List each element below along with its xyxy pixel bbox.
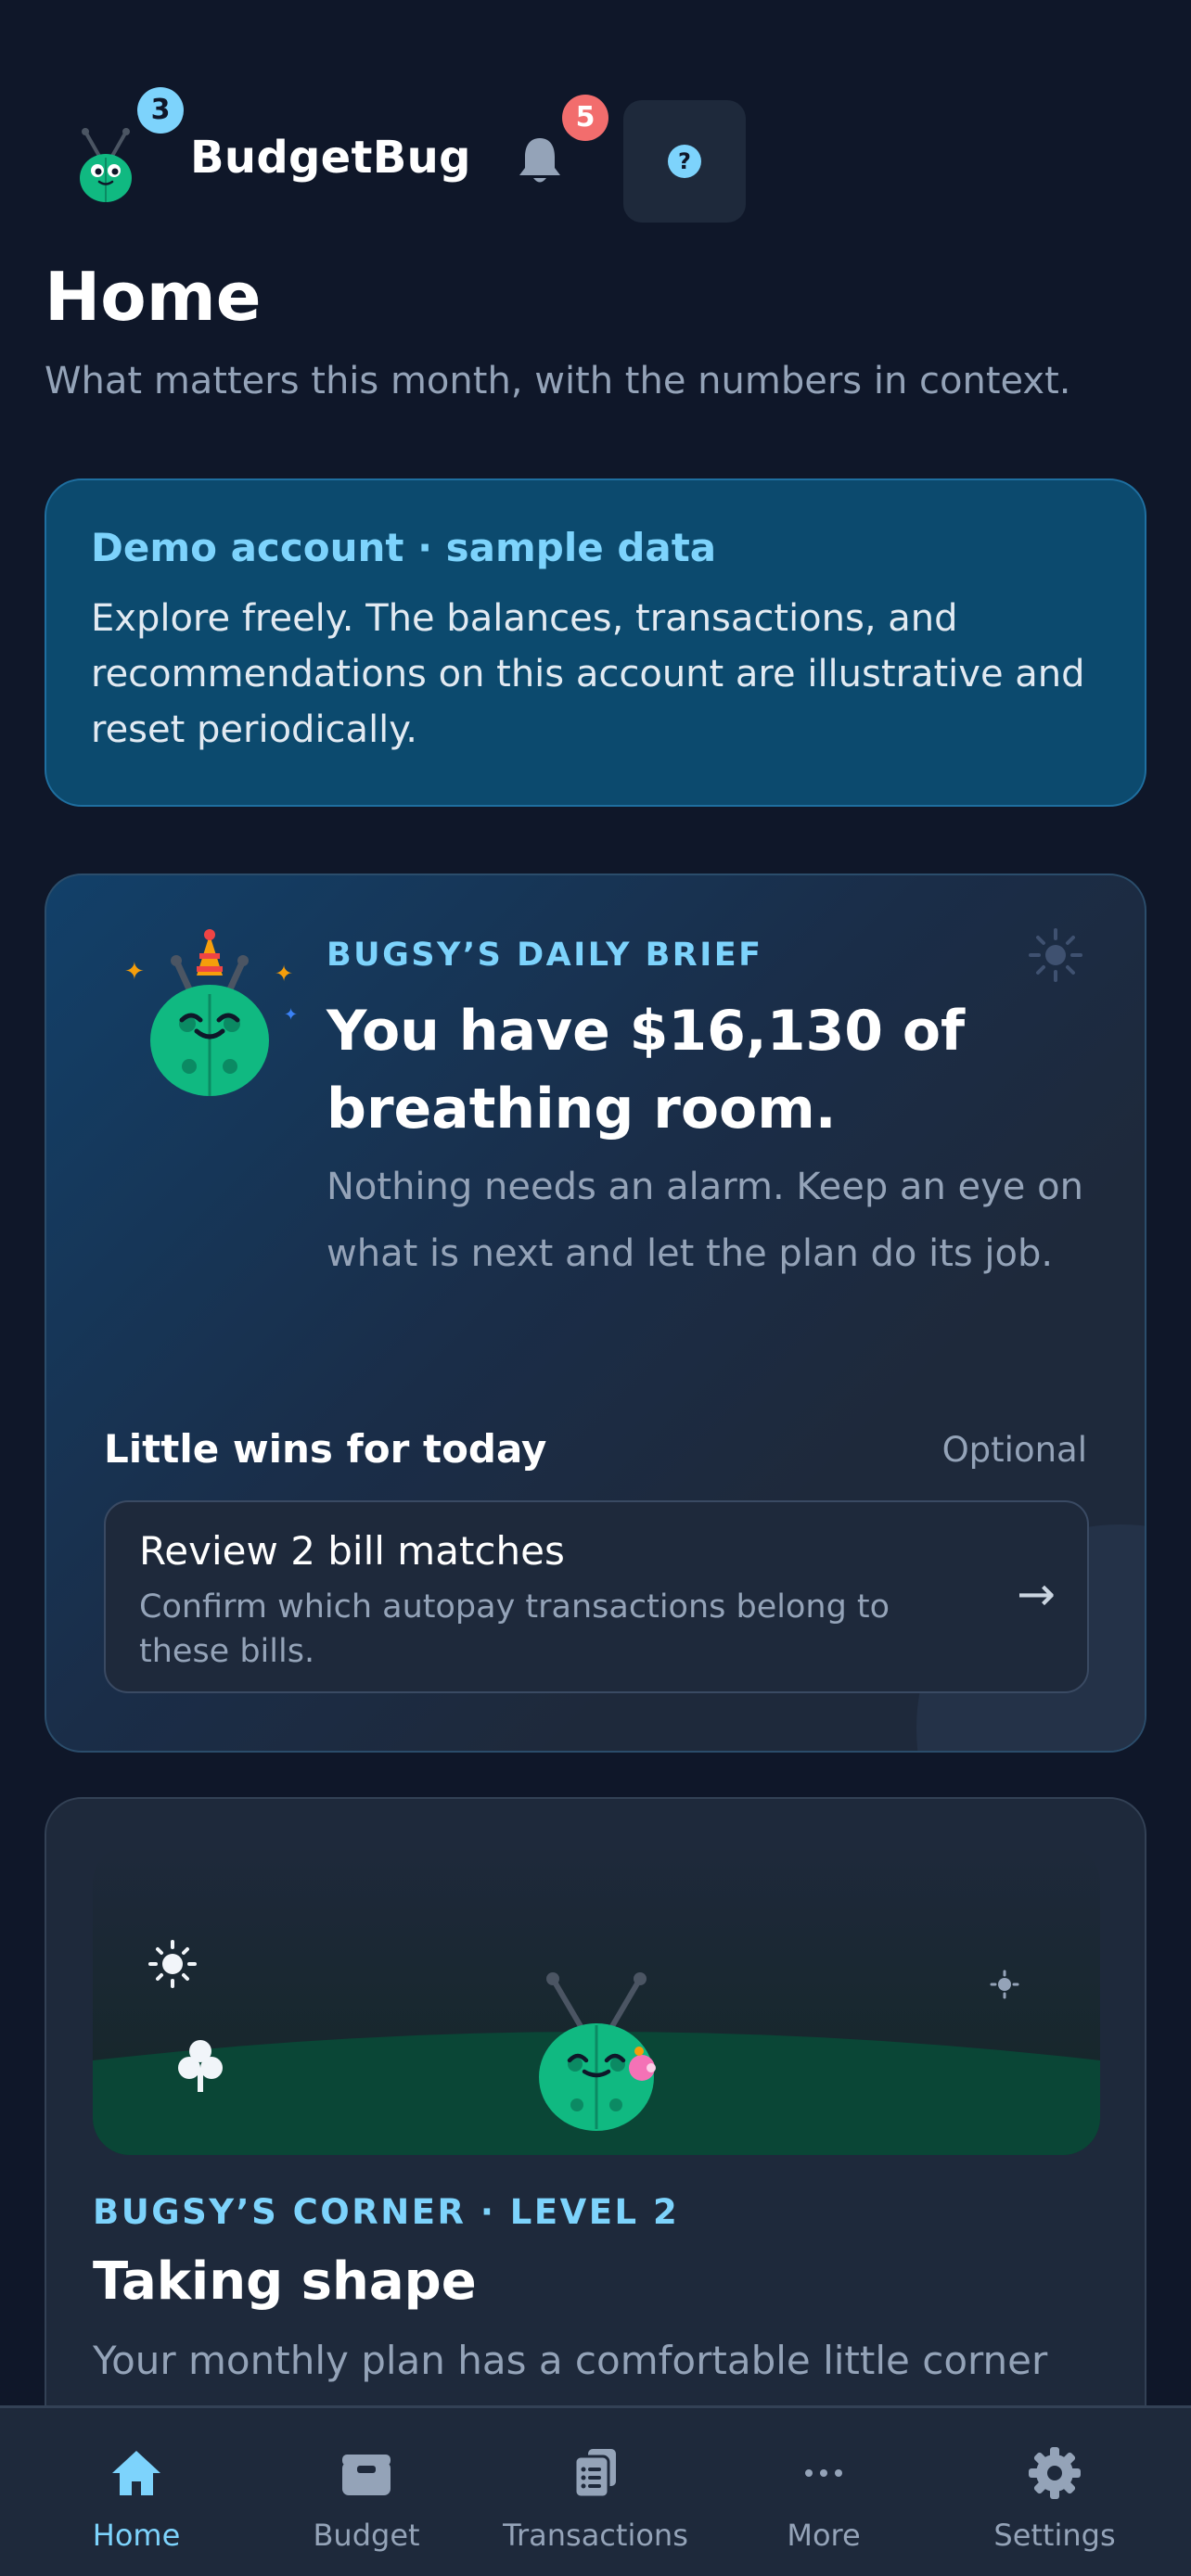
- home-icon: [112, 2451, 160, 2495]
- bell-icon[interactable]: [516, 134, 564, 186]
- home-screen: 3 BudgetBug 5 ? Home What matters this m…: [0, 0, 1191, 2576]
- app-brand-name[interactable]: BudgetBug: [190, 132, 471, 184]
- little-wins-heading: Little wins for today: [104, 1426, 547, 1472]
- nav-item-home[interactable]: Home: [34, 2408, 238, 2576]
- app-header: 3 BudgetBug 5 ?: [0, 0, 1191, 241]
- wallet-icon: [342, 2455, 391, 2495]
- bugsy-logo-icon: [80, 128, 132, 202]
- page-title: Home: [45, 258, 262, 336]
- corner-body: Your monthly plan has a comfortable litt…: [93, 2338, 1048, 2383]
- small-sun-icon: [990, 1970, 1019, 1999]
- demo-banner-title: Demo account · sample data: [91, 525, 717, 570]
- bugsy-party-icon: ✦ ✦ ✦: [124, 929, 298, 1096]
- nav-label: More: [787, 2518, 861, 2553]
- nav-item-more[interactable]: More: [722, 2408, 926, 2576]
- sun-icon: [1029, 928, 1082, 982]
- daily-brief-card: ✦ ✦ ✦ BUGSY’S DAILY BRIEF You have $16,1…: [45, 874, 1146, 1753]
- help-icon: ?: [668, 145, 701, 178]
- brief-headline: You have $16,130 of breathing room.: [327, 999, 966, 1141]
- garden-scene-illustration: [93, 1940, 1100, 2155]
- page-subtitle: What matters this month, with the number…: [45, 360, 1071, 402]
- win-item-description: Confirm which autopay transactions belon…: [139, 1588, 890, 1670]
- nav-label: Settings: [993, 2518, 1116, 2553]
- notification-count-badge: 5: [562, 95, 608, 141]
- nav-item-settings[interactable]: Settings: [953, 2408, 1157, 2576]
- brief-eyebrow: BUGSY’S DAILY BRIEF: [327, 937, 763, 974]
- bugsy-icon: [539, 1972, 656, 2131]
- svg-text:✦: ✦: [284, 1005, 298, 1025]
- help-button[interactable]: ?: [623, 100, 746, 223]
- svg-text:✦: ✦: [124, 958, 145, 986]
- receipt-icon: [573, 2449, 616, 2499]
- logo-level-badge: 3: [137, 87, 184, 134]
- corner-scene: [93, 1845, 1100, 2155]
- win-item-title: Review 2 bill matches: [139, 1528, 565, 1574]
- nav-item-transactions[interactable]: Transactions: [493, 2408, 698, 2576]
- nav-item-budget[interactable]: Budget: [264, 2408, 468, 2576]
- brief-body: Nothing needs an alarm. Keep an eye on w…: [327, 1166, 1083, 1275]
- win-item-review-bill-matches[interactable]: Review 2 bill matches Confirm which auto…: [104, 1500, 1089, 1693]
- nav-label: Budget: [313, 2518, 420, 2553]
- arrow-right-icon: →: [1017, 1567, 1056, 1621]
- corner-title: Taking shape: [93, 2251, 477, 2312]
- gear-icon: [1029, 2447, 1081, 2499]
- nav-label: Home: [92, 2518, 181, 2553]
- demo-banner-body: Explore freely. The balances, transactio…: [91, 597, 1085, 751]
- corner-eyebrow: BUGSY’S CORNER · LEVEL 2: [93, 2192, 680, 2232]
- more-icon: [805, 2469, 842, 2477]
- optional-label: Optional: [941, 1430, 1087, 1470]
- demo-account-banner: Demo account · sample data Explore freel…: [45, 478, 1146, 807]
- nav-label: Transactions: [503, 2518, 688, 2553]
- svg-text:✦: ✦: [275, 961, 293, 987]
- bottom-navigation: Home Budget Transactions More Settings: [0, 2405, 1191, 2576]
- sun-icon: [148, 1940, 197, 1988]
